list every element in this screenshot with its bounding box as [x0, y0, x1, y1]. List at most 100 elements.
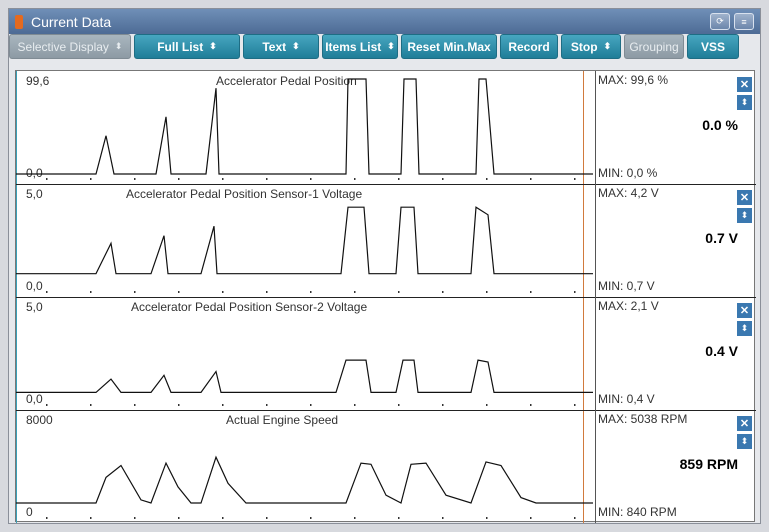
- x-tick: [354, 291, 356, 293]
- x-tick: [310, 291, 312, 293]
- updown-chevron-icon: ⬍: [292, 41, 300, 51]
- value-panel: MAX: 99,6 % MIN: 0,0 % 0.0 % ✕ ⬍: [595, 71, 756, 184]
- updown-chevron-icon: ⬍: [387, 41, 395, 51]
- line-chart: [16, 78, 593, 180]
- grouping-button[interactable]: Grouping: [624, 34, 684, 59]
- max-value: MAX: 4,2 V: [598, 186, 659, 200]
- items-list-label: Items List: [325, 39, 382, 54]
- x-tick: [178, 517, 180, 519]
- toolbar: Selective Display ⬍ Full List ⬍ Text ⬍ Items L…: [9, 34, 739, 60]
- x-tick: [266, 404, 268, 406]
- grouping-label: Grouping: [629, 39, 679, 54]
- x-tick: [134, 517, 136, 519]
- x-tick: [134, 291, 136, 293]
- x-tick: [310, 517, 312, 519]
- x-tick: [46, 291, 48, 293]
- x-tick: [398, 178, 400, 180]
- window-titlebar: Current Data ⟳ ≡: [9, 9, 760, 34]
- x-tick: [178, 291, 180, 293]
- x-tick: [574, 517, 576, 519]
- x-tick: [134, 178, 136, 180]
- x-tick: [46, 517, 48, 519]
- reset-minmax-label: Reset Min.Max: [407, 39, 491, 54]
- x-tick: [222, 404, 224, 406]
- updown-chevron-icon: ⬍: [114, 41, 123, 51]
- x-tick: [530, 404, 532, 406]
- current-value: 859 RPM: [679, 456, 738, 472]
- x-tick: [486, 291, 488, 293]
- current-value: 0.7 V: [705, 230, 738, 246]
- x-tick: [530, 178, 532, 180]
- close-icon[interactable]: ✕: [737, 303, 752, 318]
- text-button[interactable]: Text ⬍: [243, 34, 319, 59]
- min-value: MIN: 0,4 V: [598, 392, 655, 406]
- x-tick: [90, 404, 92, 406]
- x-tick: [46, 404, 48, 406]
- retry-icon[interactable]: ⟳: [710, 13, 730, 30]
- x-tick: [486, 404, 488, 406]
- x-tick: [178, 404, 180, 406]
- full-list-label: Full List: [157, 39, 204, 54]
- full-list-button[interactable]: Full List ⬍: [134, 34, 240, 59]
- x-tick: [310, 178, 312, 180]
- stop-button[interactable]: Stop ⬍: [561, 34, 621, 59]
- x-tick: [222, 517, 224, 519]
- graph-plot[interactable]: 8000 0 Actual Engine Speed: [16, 410, 593, 523]
- line-chart: [16, 359, 593, 406]
- reorder-icon[interactable]: ⬍: [737, 208, 752, 223]
- x-tick: [354, 404, 356, 406]
- x-tick: [530, 291, 532, 293]
- line-chart: [16, 206, 593, 293]
- app-icon: [15, 14, 23, 29]
- reorder-icon[interactable]: ⬍: [737, 95, 752, 110]
- reorder-icon[interactable]: ⬍: [737, 321, 752, 336]
- x-tick: [442, 178, 444, 180]
- updown-chevron-icon: ⬍: [209, 41, 217, 51]
- current-value: 0.4 V: [705, 343, 738, 359]
- graph-plot[interactable]: 5,0 0,0 Accelerator Pedal Position Sensor-…: [16, 184, 593, 297]
- graph-plot[interactable]: 5,0 0,0 Accelerator Pedal Position Sensor-…: [16, 297, 593, 410]
- graph-plot[interactable]: 99,6 0,0 Accelerator Pedal Position: [16, 71, 593, 184]
- series-line: [16, 359, 593, 394]
- x-tick: [574, 291, 576, 293]
- x-tick: [574, 404, 576, 406]
- menu-icon[interactable]: ≡: [734, 13, 754, 30]
- x-tick: [354, 517, 356, 519]
- close-icon[interactable]: ✕: [737, 77, 752, 92]
- max-value: MAX: 2,1 V: [598, 299, 659, 313]
- value-panel: MAX: 4,2 V MIN: 0,7 V 0.7 V ✕ ⬍: [595, 184, 756, 297]
- selective-display-button[interactable]: Selective Display ⬍: [9, 34, 131, 59]
- x-tick: [486, 517, 488, 519]
- max-value: MAX: 99,6 %: [598, 73, 669, 87]
- min-value: MIN: 0,0 %: [598, 166, 658, 180]
- x-tick: [354, 178, 356, 180]
- x-tick: [266, 291, 268, 293]
- max-value: MAX: 5038 RPM: [598, 412, 688, 426]
- items-list-button[interactable]: Items List ⬍: [322, 34, 398, 59]
- x-tick: [222, 178, 224, 180]
- series-line: [16, 455, 593, 504]
- x-tick: [442, 517, 444, 519]
- x-tick: [90, 178, 92, 180]
- x-tick: [310, 404, 312, 406]
- x-tick: [178, 178, 180, 180]
- value-panel: MAX: 5038 RPM MIN: 840 RPM 859 RPM ✕ ⬍: [595, 410, 756, 523]
- selective-display-label: Selective Display: [17, 39, 109, 54]
- close-icon[interactable]: ✕: [737, 190, 752, 205]
- x-tick: [90, 291, 92, 293]
- x-tick: [486, 178, 488, 180]
- close-icon[interactable]: ✕: [737, 416, 752, 431]
- stop-label: Stop: [570, 39, 598, 54]
- x-tick: [442, 291, 444, 293]
- window-title: Current Data: [31, 13, 112, 30]
- x-tick: [266, 517, 268, 519]
- reorder-icon[interactable]: ⬍: [737, 434, 752, 449]
- x-tick: [398, 517, 400, 519]
- reset-minmax-button[interactable]: Reset Min.Max: [401, 34, 497, 59]
- x-tick: [398, 291, 400, 293]
- x-tick: [574, 178, 576, 180]
- vss-button[interactable]: VSS: [687, 34, 739, 59]
- series-line: [16, 206, 593, 275]
- record-button[interactable]: Record: [500, 34, 558, 59]
- line-chart: [16, 455, 593, 519]
